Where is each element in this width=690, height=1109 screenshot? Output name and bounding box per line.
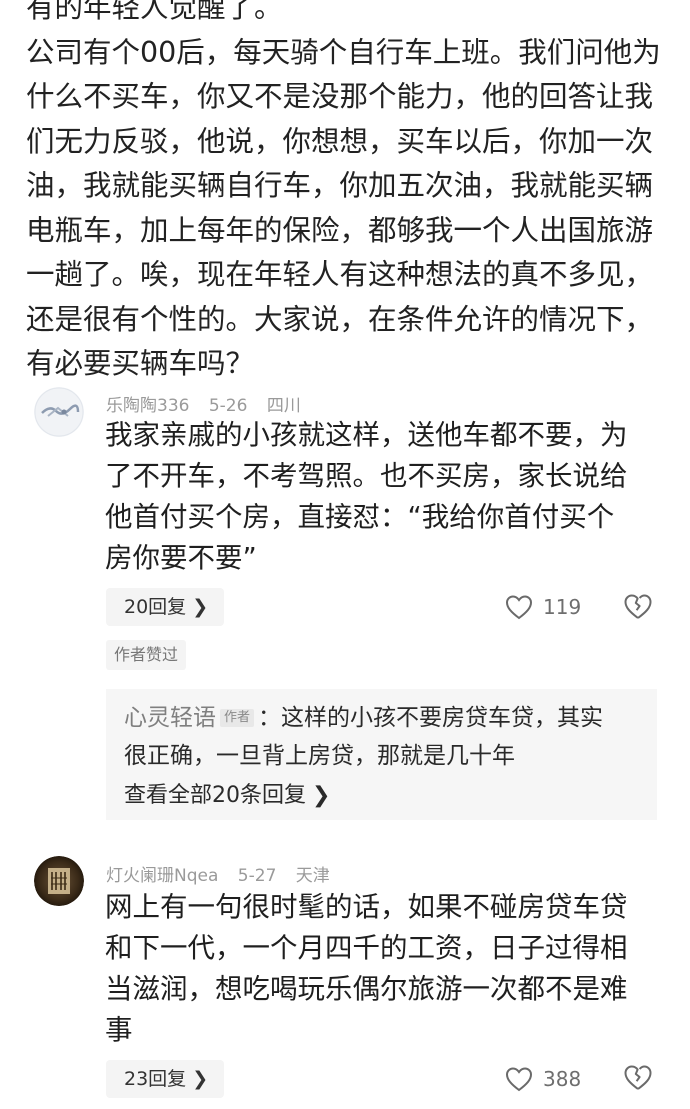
comment-line: 网上有一句很时髦的话，如果不碰房贷车贷: [105, 891, 628, 923]
author-liked-badge: 作者赞过: [106, 640, 187, 670]
comment-line: 当滋润，想吃喝玩乐偶尔旅游一次都不是难: [105, 973, 628, 1005]
heart-icon: [505, 595, 533, 620]
comment-location: 天津: [295, 866, 330, 886]
comment-line: 房你要不要”: [105, 542, 257, 574]
comment-username[interactable]: 乐陶陶336: [106, 396, 189, 416]
like-count: 119: [543, 595, 582, 619]
post-line: 有必要买辆车吗？: [26, 347, 255, 380]
like-button[interactable]: 388: [505, 1062, 581, 1096]
comment-location: 四川: [266, 396, 301, 416]
broken-heart-icon: [624, 1065, 652, 1090]
dislike-button[interactable]: [623, 1064, 653, 1095]
sub-reply-text: 心灵轻语 作者 ：这样的小孩不要房贷车贷，其实 很正确，一旦背上房贷，那就是几十年: [124, 699, 644, 775]
comment-line: 了不开车，不考驾照。也不买房，家长说给: [105, 460, 628, 492]
view-all-replies-link[interactable]: 查看全部20条回复 ❯: [124, 777, 330, 809]
post-line: 一趟了。唉，现在年轻人有这种想法的真不多见，: [26, 258, 654, 291]
dislike-button[interactable]: [623, 593, 653, 624]
post-line: 电瓶车，加上每年的保险，都够我一个人出国旅游: [26, 213, 654, 247]
sub-reply-content: ：这样的小孩不要房贷车贷，其实: [258, 705, 604, 731]
view-replies-button[interactable]: 20回复 ❯: [106, 588, 225, 626]
heart-icon: [505, 1067, 533, 1092]
view-replies-button[interactable]: 23回复 ❯: [106, 1060, 225, 1098]
comment-meta: 乐陶陶336 5-26 四川: [106, 391, 315, 416]
comment-text: 我家亲戚的小孩就这样，送他车都不要，为 了不开车，不考驾照。也不买房，家长说给 …: [105, 415, 665, 579]
comment-date: 5-27: [237, 866, 277, 886]
comment-line: 我家亲戚的小孩就这样，送他车都不要，为: [105, 419, 628, 451]
like-count: 388: [543, 1067, 582, 1091]
reply-count: 23回复: [124, 1068, 187, 1090]
post-line: 公司有个00后，每天骑个自行车上班。我们问他为: [26, 35, 661, 69]
like-button[interactable]: 119: [505, 590, 581, 624]
comment-line: 事: [105, 1014, 133, 1046]
post-line: 油，我就能买辆自行车，你加五次油，我就能买辆: [26, 169, 654, 202]
sub-reply-box: 心灵轻语 作者 ：这样的小孩不要房贷车贷，其实 很正确，一旦背上房贷，那就是几十年 …: [106, 689, 657, 820]
comment-username[interactable]: 灯火阑珊Nqea: [106, 866, 218, 886]
avatar[interactable]: [34, 856, 84, 906]
sub-reply-line: 很正确，一旦背上房贷，那就是几十年: [124, 743, 515, 769]
post-body: 有的年轻人觉醒了。 公司有个00后，每天骑个自行车上班。我们问他为 什么不买车，…: [26, 0, 666, 387]
comment-date: 5-26: [208, 396, 248, 416]
chevron-right-icon: ❯: [192, 1068, 209, 1090]
avatar[interactable]: [34, 387, 84, 437]
comment-text: 网上有一句很时髦的话，如果不碰房贷车贷 和下一代，一个月四千的工资，日子过得相 …: [105, 887, 665, 1051]
author-tag-badge: 作者: [220, 709, 255, 727]
post-line: 们无力反驳，他说，你想想，买车以后，你加一次: [26, 124, 654, 158]
post-line: 还是很有个性的。大家说，在条件允许的情况下，: [26, 302, 654, 336]
post-line: 有的年轻人觉醒了。: [26, 0, 283, 24]
chevron-right-icon: ❯: [192, 596, 209, 618]
sub-reply-author[interactable]: 心灵轻语: [124, 705, 216, 731]
post-line: 什么不买车，你又不是没那个能力，他的回答让我: [26, 80, 654, 113]
sub-reply-line: 心灵轻语 作者 ：这样的小孩不要房贷车贷，其实: [124, 699, 644, 737]
comment-line: 和下一代，一个月四千的工资，日子过得相: [105, 932, 628, 964]
broken-heart-icon: [624, 594, 652, 619]
comment-meta: 灯火阑珊Nqea 5-27 天津: [106, 861, 344, 886]
reply-count: 20回复: [124, 596, 187, 618]
comment-line: 他首付买个房，直接怼：“我给你首付买个: [105, 501, 615, 533]
view-all-label: 查看全部20条回复: [124, 783, 306, 808]
chevron-right-icon: ❯: [312, 783, 331, 808]
